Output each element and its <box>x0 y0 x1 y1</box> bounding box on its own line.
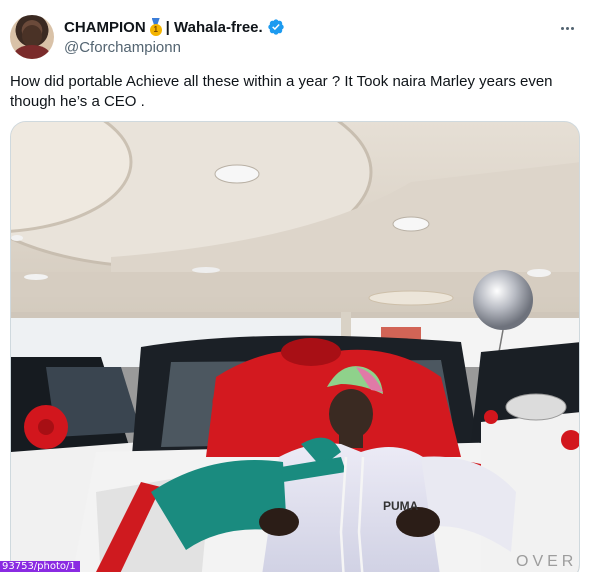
display-name[interactable]: CHAMPION <box>64 19 146 36</box>
status-bar-url: 93753/photo/1 <box>0 561 80 572</box>
first-place-medal-icon <box>148 18 164 36</box>
name-row: CHAMPION | Wahala-free. <box>64 16 571 38</box>
svg-text:PUMA: PUMA <box>383 499 419 513</box>
display-name-suffix[interactable]: | Wahala-free. <box>166 19 263 36</box>
tweet-text: How did portable Achieve all these withi… <box>10 73 553 110</box>
tweet-photo[interactable]: OVER PUMA <box>10 121 580 572</box>
avatar[interactable] <box>10 15 54 59</box>
car-badge: OVER <box>516 553 577 570</box>
verified-badge-icon[interactable] <box>267 18 285 36</box>
more-options-icon[interactable] <box>555 18 579 38</box>
tweet-header: CHAMPION | Wahala-free. @Cforchampionn <box>64 16 571 60</box>
photo-illustration: OVER PUMA <box>11 122 579 572</box>
user-handle[interactable]: @Cforchampionn <box>64 39 571 56</box>
tweet-card[interactable]: CHAMPION | Wahala-free. @Cforchampionn H… <box>0 0 591 572</box>
